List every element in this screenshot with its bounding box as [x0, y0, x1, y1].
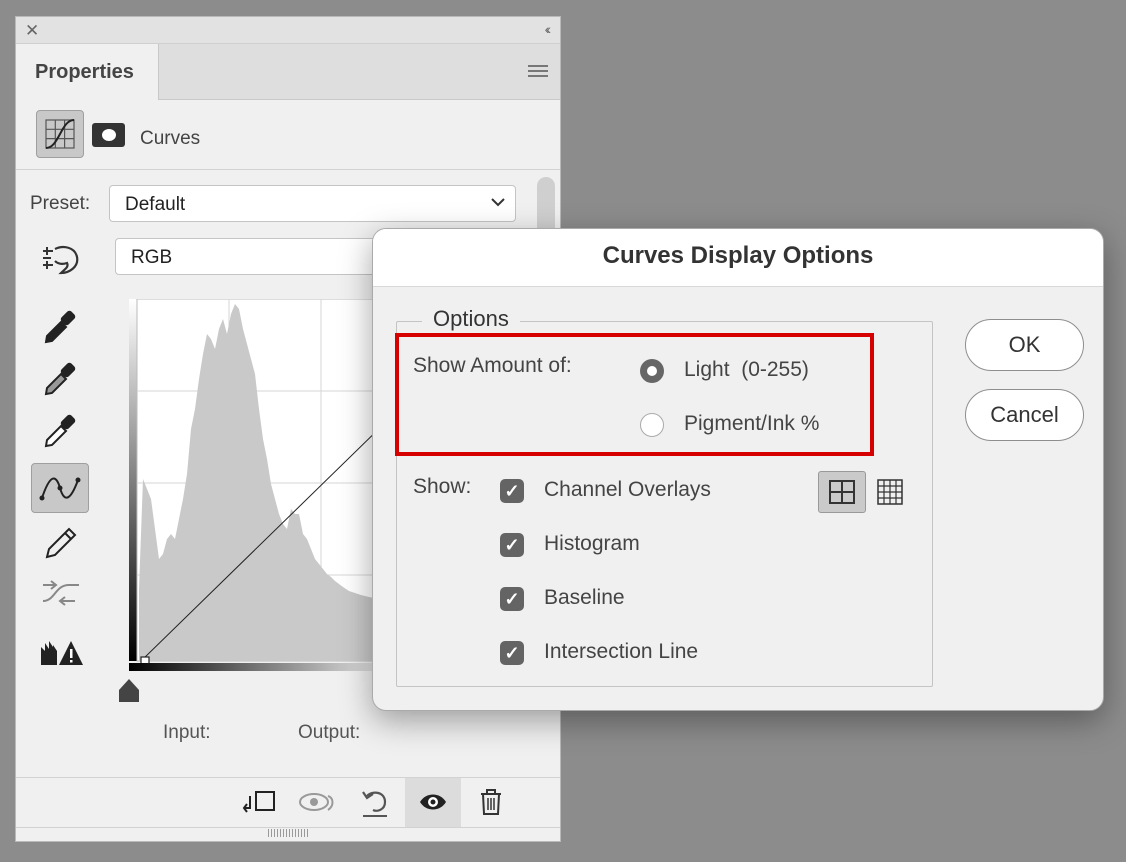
radio-pigment-label[interactable]: Pigment/Ink %	[684, 412, 819, 436]
visibility-icon	[420, 794, 446, 810]
trash-icon[interactable]	[478, 788, 504, 816]
visibility-button[interactable]	[405, 778, 461, 827]
adjustment-type-row: Curves	[16, 101, 560, 170]
checkbox-histogram[interactable]: ✓	[500, 533, 524, 557]
show-label: Show:	[413, 475, 472, 498]
on-image-adjust-icon[interactable]	[41, 243, 81, 277]
smooth-curve-icon[interactable]	[41, 575, 81, 611]
resize-grip[interactable]	[268, 829, 308, 837]
detailed-grid-icon[interactable]	[877, 479, 903, 505]
radio-light-label[interactable]: Light (0-255)	[684, 358, 809, 382]
options-legend: Options	[422, 306, 520, 332]
gray-point-eyedropper-icon[interactable]	[41, 359, 81, 399]
preset-value: Default	[125, 194, 186, 215]
curves-display-options-dialog: Curves Display Options Options Show Amou…	[372, 228, 1104, 711]
tab-properties[interactable]: Properties	[16, 44, 159, 100]
adjustment-label: Curves	[140, 128, 201, 149]
collapse-icon[interactable]: ‹‹	[545, 21, 552, 37]
dialog-title: Curves Display Options	[602, 242, 874, 269]
chevron-down-icon	[491, 198, 505, 207]
view-previous-icon[interactable]	[298, 788, 338, 816]
checkbox-channel-overlays[interactable]: ✓	[500, 479, 524, 503]
show-amount-label: Show Amount of:	[413, 354, 572, 377]
panel-menu-icon[interactable]	[528, 65, 548, 80]
output-label: Output:	[298, 722, 361, 743]
panel-bottom-bar	[16, 777, 560, 828]
dialog-header: Curves Display Options	[373, 229, 1103, 287]
ok-button[interactable]: OK	[965, 319, 1084, 371]
preset-select[interactable]: Default	[109, 185, 516, 222]
curves-adjustment-icon[interactable]	[36, 110, 84, 158]
panel-tab-row: Properties	[16, 44, 560, 100]
radio-pigment[interactable]	[640, 413, 664, 437]
channel-overlays-label[interactable]: Channel Overlays	[544, 478, 711, 502]
black-slider-icon[interactable]	[116, 678, 142, 704]
cancel-button[interactable]: Cancel	[965, 389, 1084, 441]
highlight-box	[395, 333, 874, 456]
white-point-eyedropper-icon[interactable]	[41, 411, 81, 451]
simple-grid-button[interactable]	[818, 471, 866, 513]
clip-to-layer-icon[interactable]	[240, 788, 280, 816]
preset-label: Preset:	[30, 193, 91, 214]
checkbox-baseline[interactable]: ✓	[500, 587, 524, 611]
black-point-eyedropper-icon[interactable]	[41, 307, 81, 347]
radio-light[interactable]	[640, 359, 664, 383]
panel-title-bar: ✕ ‹‹	[16, 17, 560, 44]
curve-point-tool-icon[interactable]	[31, 463, 89, 513]
checkbox-intersection-line[interactable]: ✓	[500, 641, 524, 665]
channel-select[interactable]: RGB	[115, 238, 395, 275]
reset-icon[interactable]	[359, 788, 393, 818]
simple-grid-icon	[829, 480, 855, 504]
input-label: Input:	[163, 722, 211, 743]
baseline-label[interactable]: Baseline	[544, 586, 625, 610]
histogram-label[interactable]: Histogram	[544, 532, 640, 556]
close-icon[interactable]: ✕	[25, 21, 39, 41]
clipping-warning-icon[interactable]	[41, 637, 85, 667]
pencil-icon[interactable]	[41, 523, 81, 563]
mask-icon[interactable]	[92, 123, 125, 147]
intersection-line-label[interactable]: Intersection Line	[544, 640, 698, 664]
curves-graph[interactable]	[129, 298, 410, 671]
